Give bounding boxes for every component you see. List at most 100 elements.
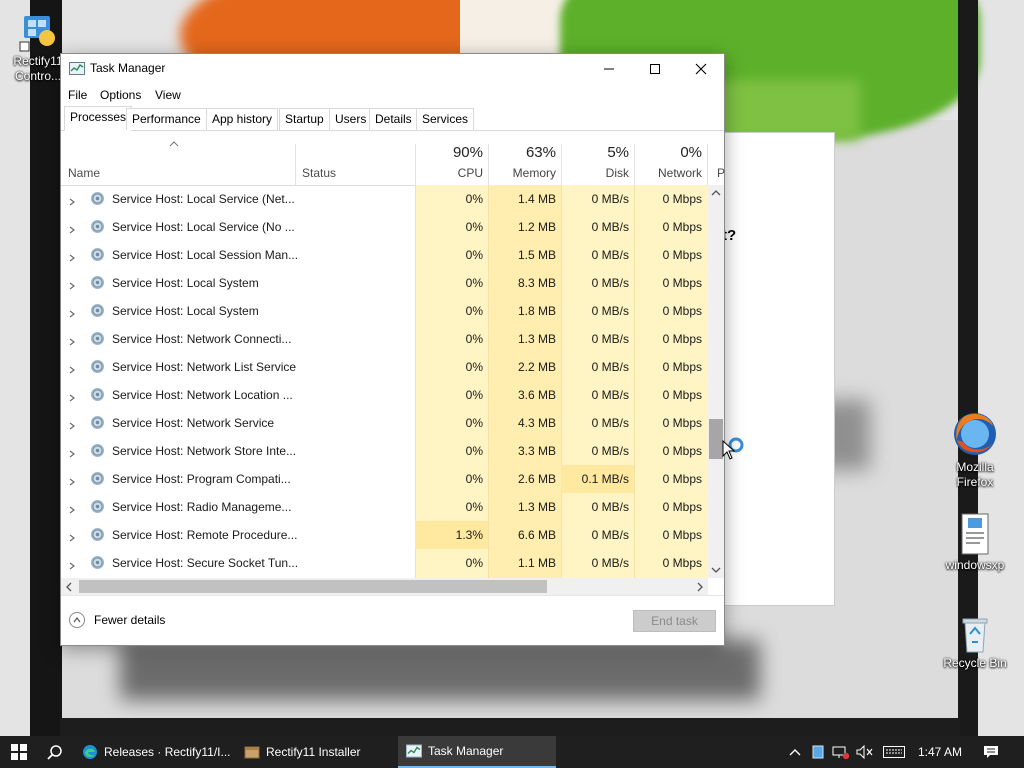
taskbar-item-task-manager[interactable]: Task Manager [398, 736, 556, 768]
column-power-partial[interactable]: P [717, 166, 725, 180]
network-total: 0% [680, 144, 702, 161]
table-row[interactable]: Service Host: Remote Procedure... 1.3% 6.6… [61, 521, 708, 549]
menu-view[interactable]: View [155, 88, 181, 102]
taskbar-item-releases[interactable]: Releases · Rectify11/I... [74, 736, 234, 768]
process-name: Service Host: Network Store Inte... [112, 444, 297, 458]
document-icon [955, 512, 995, 556]
tab-performance[interactable]: Performance [126, 108, 207, 130]
table-row[interactable]: Service Host: Network Service 0% 4.3 MB 0 M… [61, 409, 708, 437]
chevron-right-icon[interactable] [68, 447, 76, 458]
vertical-scroll-thumb[interactable] [709, 419, 723, 459]
table-row[interactable]: Service Host: Local System 0% 8.3 MB 0 MB/s… [61, 269, 708, 297]
menu-file[interactable]: File [68, 88, 87, 102]
table-row[interactable]: Service Host: Secure Socket Tun... 0% 1.1 … [61, 549, 708, 577]
maximize-button[interactable] [632, 54, 678, 84]
scroll-left-icon[interactable] [65, 582, 73, 592]
start-button[interactable] [0, 736, 38, 768]
fewer-details-label: Fewer details [94, 613, 166, 627]
tab-app-history[interactable]: App history [206, 108, 279, 130]
column-name[interactable]: Name [68, 166, 100, 180]
chevron-right-icon[interactable] [68, 391, 76, 402]
tab-strip: Processes Performance App history Startu… [61, 106, 724, 131]
tab-services[interactable]: Services [416, 108, 475, 130]
tab-processes[interactable]: Processes [64, 106, 133, 131]
scroll-up-icon[interactable] [711, 189, 721, 197]
process-network: 0 Mbps [662, 304, 702, 318]
column-status[interactable]: Status [302, 166, 336, 180]
process-name: Service Host: Radio Manageme... [112, 500, 292, 514]
taskbar-item-rectify11-installer[interactable]: Rectify11 Installer [236, 736, 396, 768]
desktop-icon-windowsxp[interactable]: windowsxp [940, 512, 1010, 573]
vertical-scrollbar[interactable] [708, 185, 724, 578]
desktop-icon-firefox[interactable]: Mozilla Firefox [940, 410, 1010, 490]
chevron-right-icon[interactable] [68, 475, 76, 486]
column-header: Name Status 90% CPU 63% Memory 5% Disk 0… [61, 131, 725, 186]
chevron-right-icon[interactable] [68, 503, 76, 514]
sort-up-icon[interactable] [169, 141, 179, 147]
process-memory: 1.4 MB [517, 192, 556, 206]
action-center-button[interactable] [976, 736, 1006, 768]
footer-bar: Fewer details End task [61, 595, 724, 646]
fewer-details-button[interactable]: Fewer details [69, 612, 165, 628]
table-row[interactable]: Service Host: Network Store Inte... 0% 3.3… [61, 437, 708, 465]
close-button[interactable] [678, 54, 724, 84]
service-gear-icon [89, 554, 106, 571]
process-memory: 1.5 MB [517, 248, 556, 262]
horizontal-scroll-thumb[interactable] [79, 580, 547, 593]
chevron-right-icon[interactable] [68, 223, 76, 234]
tab-startup[interactable]: Startup [279, 108, 330, 130]
tab-details[interactable]: Details [369, 108, 418, 130]
search-icon [47, 745, 62, 760]
table-row[interactable]: Service Host: Local Session Man... 0% 1.5 … [61, 241, 708, 269]
tray-app-button[interactable] [808, 736, 828, 768]
table-row[interactable]: Service Host: Local Service (No ... 0% 1.2… [61, 213, 708, 241]
end-task-button[interactable]: End task [633, 610, 716, 632]
chevron-right-icon[interactable] [68, 335, 76, 346]
service-gear-icon [89, 330, 106, 347]
chevron-right-icon[interactable] [68, 195, 76, 206]
table-row[interactable]: Service Host: Local System 0% 1.8 MB 0 MB/s… [61, 297, 708, 325]
table-row[interactable]: Service Host: Network Connecti... 0% 1.3 M… [61, 325, 708, 353]
column-network[interactable]: 0% Network [634, 131, 707, 185]
network-label: Network [657, 166, 702, 180]
process-name: Service Host: Local Service (Net... [112, 192, 295, 206]
table-row[interactable]: Service Host: Program Compati... 0% 2.6 MB… [61, 465, 708, 493]
horizontal-scrollbar[interactable] [61, 578, 708, 595]
search-button[interactable] [38, 736, 72, 768]
title-bar[interactable]: Task Manager [61, 54, 724, 84]
desktop-icon-recycle-bin[interactable]: Recycle Bin [940, 614, 1010, 671]
process-network: 0 Mbps [662, 332, 702, 346]
chevron-right-icon[interactable] [68, 419, 76, 430]
keyboard-tray-button[interactable] [880, 736, 908, 768]
keyboard-icon [883, 746, 905, 758]
minimize-button[interactable] [586, 54, 632, 84]
table-row[interactable]: Service Host: Network List Service 0% 2.2 … [61, 353, 708, 381]
cpu-total: 90% [452, 144, 483, 161]
process-network: 0 Mbps [662, 444, 702, 458]
show-hidden-icons-button[interactable] [784, 736, 806, 768]
table-row[interactable]: Service Host: Network Location ... 0% 3.6 … [61, 381, 708, 409]
table-row[interactable]: Service Host: Radio Manageme... 0% 1.3 MB 0… [61, 493, 708, 521]
scroll-right-icon[interactable] [696, 582, 704, 592]
chevron-up-icon [789, 749, 801, 756]
scroll-down-icon[interactable] [711, 566, 721, 574]
chevron-right-icon[interactable] [68, 531, 76, 542]
task-manager-window[interactable]: Task Manager File Options View Processes… [60, 53, 725, 646]
clock[interactable]: 1:47 AM [912, 736, 968, 768]
chevron-right-icon[interactable] [68, 307, 76, 318]
service-gear-icon [89, 358, 106, 375]
table-row[interactable]: Service Host: Local Service (Net... 0% 1.4… [61, 185, 708, 213]
tab-users[interactable]: Users [329, 108, 373, 130]
volume-tray-button[interactable] [854, 736, 876, 768]
column-cpu[interactable]: 90% CPU [415, 131, 488, 185]
column-memory[interactable]: 63% Memory [488, 131, 561, 185]
background-dialog[interactable]: t? [722, 132, 835, 606]
menu-options[interactable]: Options [100, 88, 141, 102]
chevron-right-icon[interactable] [68, 363, 76, 374]
column-disk[interactable]: 5% Disk [561, 131, 634, 185]
process-cpu: 0% [465, 360, 483, 374]
network-tray-button[interactable] [830, 736, 852, 768]
chevron-right-icon[interactable] [68, 279, 76, 290]
chevron-right-icon[interactable] [68, 251, 76, 262]
chevron-right-icon[interactable] [68, 559, 76, 570]
